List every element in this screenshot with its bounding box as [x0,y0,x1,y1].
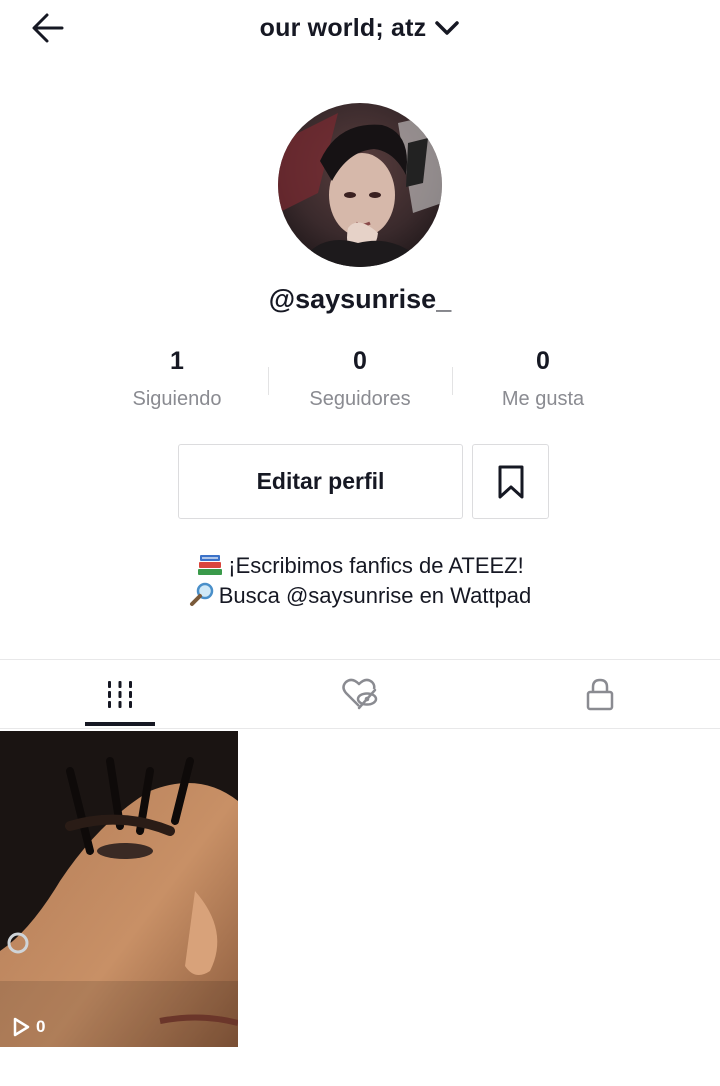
video-cover-image [0,731,238,1047]
video-thumbnail[interactable]: 0 [0,731,238,1047]
hidden-liked-icon [342,678,378,710]
active-tab-indicator [85,722,155,726]
lock-icon [586,678,614,711]
tab-liked[interactable] [240,660,480,728]
view-count-value: 0 [36,1017,46,1036]
stat-likes[interactable]: 0 Me gusta [451,344,635,411]
chevron-down-icon [435,21,460,35]
view-count: 0 [12,1017,45,1037]
bio-line: ¡Escribimos fanfics de ATEEZ! [0,551,720,583]
books-icon [196,551,224,583]
magnifying-glass-icon [189,581,215,613]
stat-value: 0 [353,347,367,375]
bio-text: Busca @saysunrise en Wattpad [218,582,532,608]
grid-icon [108,681,132,708]
bio-line: Busca @saysunrise en Wattpad [0,581,720,613]
bookmark-icon [498,465,523,498]
edit-profile-button[interactable]: Editar perfil [178,444,463,519]
stat-label: Me gusta [501,388,585,410]
tab-private[interactable] [480,660,720,728]
stat-label: Siguiendo [132,388,222,410]
stat-label: Seguidores [309,388,411,410]
bio-text: ¡Escribimos fanfics de ATEEZ! [228,552,524,578]
avatar-image [278,103,442,267]
account-switcher[interactable]: our world; atz [0,8,720,48]
favorites-button[interactable] [472,444,549,519]
stat-value: 0 [536,347,550,375]
play-icon [13,1017,30,1037]
page-title: our world; atz [259,13,427,42]
content-tabs [0,659,720,729]
username: @saysunrise_ [268,284,452,314]
stat-following[interactable]: 1 Siguiendo [85,344,269,411]
avatar[interactable] [278,103,442,267]
stat-followers[interactable]: 0 Seguidores [268,344,452,411]
tab-videos[interactable] [0,660,240,728]
stat-value: 1 [170,347,184,375]
